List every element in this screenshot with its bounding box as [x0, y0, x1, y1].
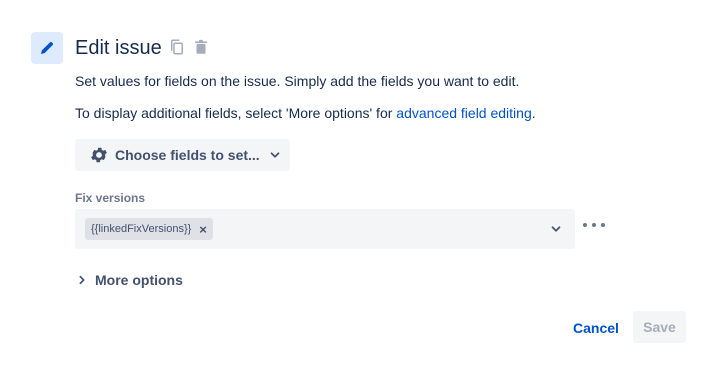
chevron-right-icon [79, 275, 85, 285]
more-options-toggle[interactable]: More options [77, 272, 183, 288]
description-line-2-suffix: . [531, 105, 536, 121]
remove-tag-icon[interactable]: × [199, 223, 207, 236]
fix-version-tag-label: {{linkedFixVersions}} [91, 223, 192, 235]
chevron-down-icon [270, 152, 280, 158]
dot-icon [592, 223, 596, 227]
description-line-2: To display additional fields, select 'Mo… [75, 103, 536, 123]
copy-button[interactable] [167, 37, 187, 57]
more-actions-button[interactable] [583, 218, 605, 232]
edit-action-icon-tile [31, 32, 63, 64]
fix-versions-select[interactable]: {{linkedFixVersions}} × [75, 209, 575, 249]
advanced-field-editing-link[interactable]: advanced field editing [396, 105, 531, 121]
copy-icon [171, 39, 183, 55]
more-options-label: More options [95, 272, 183, 288]
dot-icon [601, 223, 605, 227]
delete-button[interactable] [191, 37, 211, 57]
choose-fields-label: Choose fields to set... [115, 147, 260, 163]
description-line-1: Set values for fields on the issue. Simp… [75, 73, 520, 89]
page-title: Edit issue [75, 37, 162, 59]
gear-icon [91, 147, 107, 163]
choose-fields-button[interactable]: Choose fields to set... [75, 139, 290, 171]
chevron-down-icon[interactable] [549, 222, 563, 236]
save-button[interactable]: Save [633, 311, 686, 343]
description-line-2-text: To display additional fields, select 'Mo… [75, 105, 397, 121]
fix-versions-label: Fix versions [75, 191, 146, 205]
trash-icon [195, 39, 207, 54]
fix-version-tag: {{linkedFixVersions}} × [85, 218, 213, 240]
pencil-icon [41, 42, 53, 54]
dot-icon [583, 223, 587, 227]
cancel-button[interactable]: Cancel [566, 312, 626, 344]
